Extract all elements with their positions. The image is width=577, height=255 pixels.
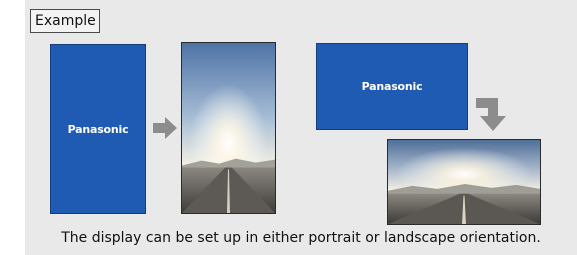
right-arrow-icon — [153, 117, 177, 139]
portrait-photo — [181, 42, 276, 214]
portrait-display: Panasonic — [50, 44, 146, 214]
example-label: Example — [30, 9, 100, 33]
landscape-brand-logo: Panasonic — [361, 80, 423, 93]
landscape-display: Panasonic — [316, 43, 468, 130]
portrait-brand-logo: Panasonic — [67, 122, 129, 136]
bent-down-arrow-icon — [476, 98, 506, 131]
landscape-photo — [387, 139, 541, 225]
caption-text: The display can be set up in either port… — [61, 230, 541, 246]
